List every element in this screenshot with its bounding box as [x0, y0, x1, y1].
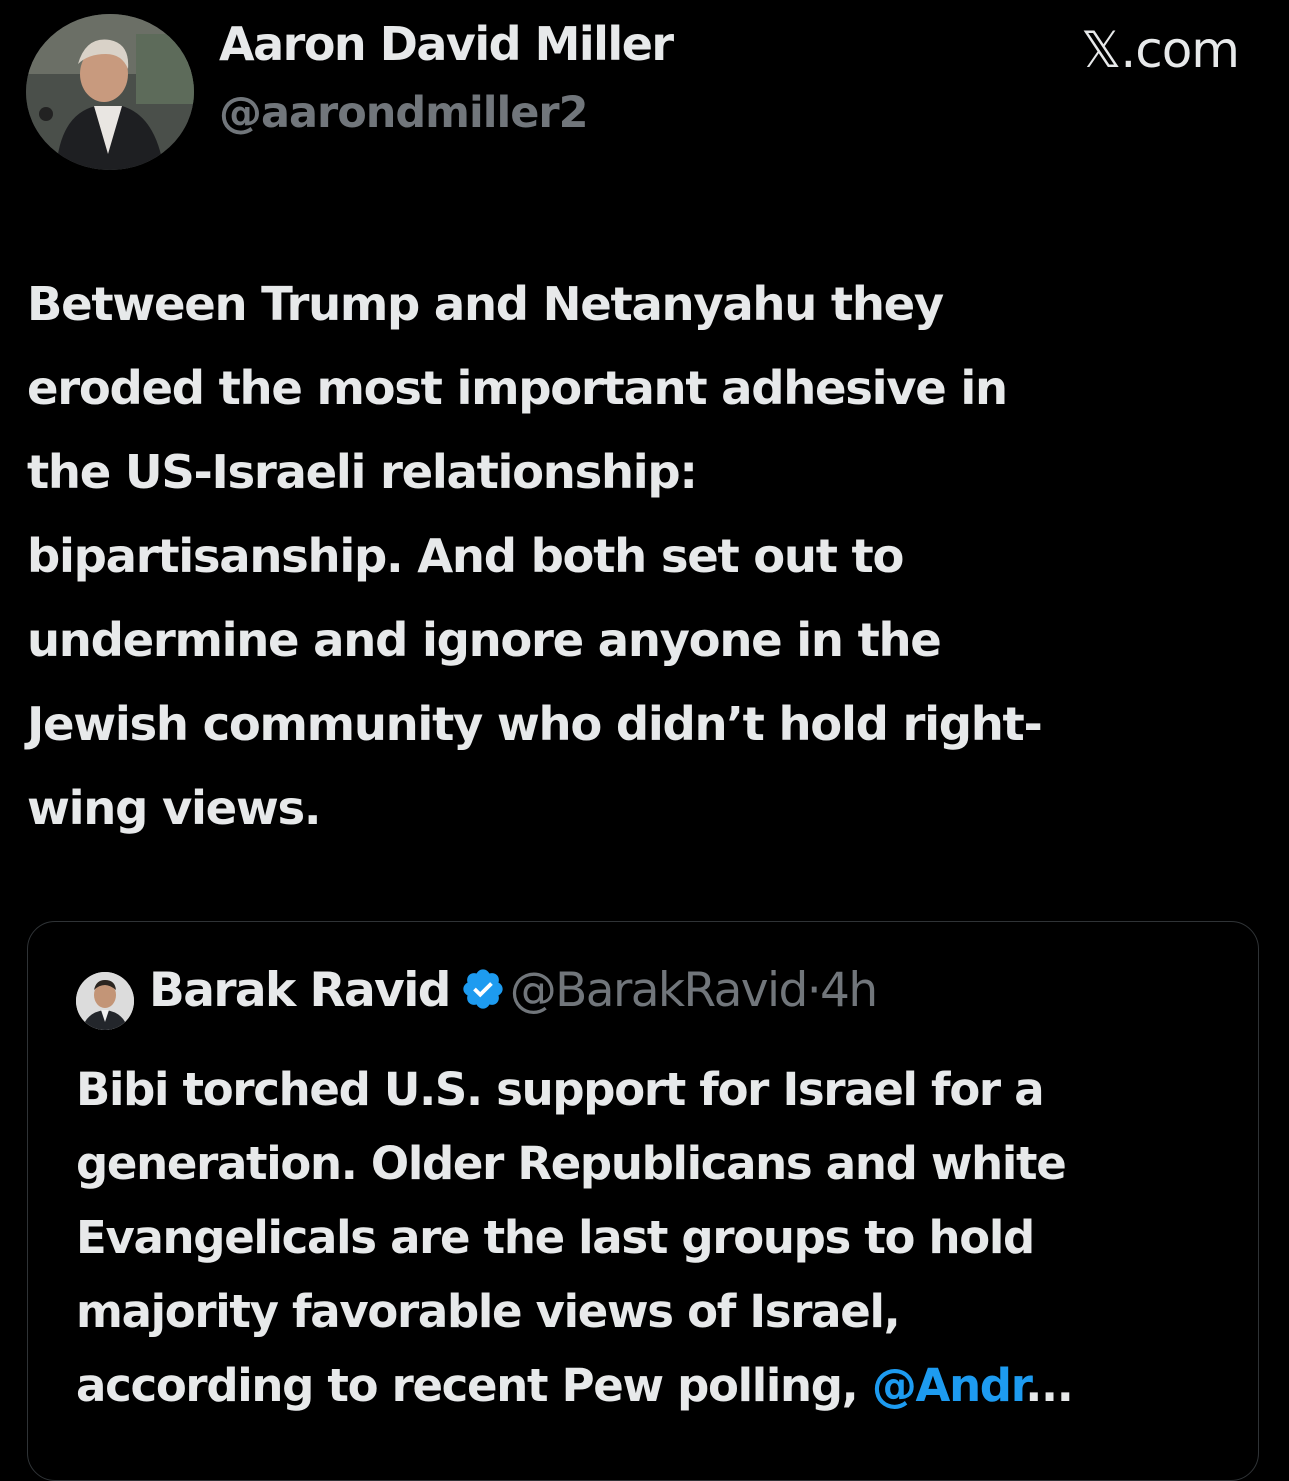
tweet-text-line: undermine and ignore anyone in the [27, 613, 942, 667]
quoted-tweet-time[interactable]: 4h [820, 963, 878, 1018]
truncation-ellipsis: ... [1025, 1359, 1074, 1412]
tweet-text-line: bipartisanship. And both set out to [27, 529, 904, 583]
tweet-text: Between Trump and Netanyahu they eroded … [27, 262, 1277, 850]
quoted-text-line: according to recent Pew polling, @Andr..… [76, 1349, 1246, 1423]
tweet-text-line: Jewish community who didn’t hold right- [27, 697, 1043, 751]
verified-badge-icon [463, 969, 503, 1009]
author-name[interactable]: Aaron David Miller [219, 18, 674, 71]
author-avatar[interactable] [26, 14, 194, 170]
quoted-text-line: Bibi torched U.S. support for Israel for… [76, 1063, 1045, 1116]
quoted-text-line: Evangelicals are the last groups to hold [76, 1211, 1035, 1264]
quoted-text-line: majority favorable views of Israel, [76, 1285, 901, 1338]
quoted-tweet-text: Bibi torched U.S. support for Israel for… [76, 1053, 1246, 1423]
tweet-text-line: Between Trump and Netanyahu they [27, 277, 944, 331]
author-handle[interactable]: @aarondmiller2 [219, 88, 588, 138]
profile-photo [76, 972, 134, 1030]
tweet-text-line: the US-Israeli relationship: [27, 445, 698, 499]
site-label: 𝕏.com [1081, 21, 1240, 79]
quoted-author-name[interactable]: Barak Ravid [149, 963, 451, 1018]
tweet-text-line: wing views. [27, 781, 322, 835]
quoted-text-line-part: according to recent Pew polling, [76, 1359, 872, 1412]
quoted-tweet-header: Barak Ravid @BarakRavid·4h [149, 963, 878, 1018]
quoted-tweet-card[interactable]: Barak Ravid @BarakRavid·4h Bibi torched … [27, 921, 1259, 1481]
tweet-text-line: eroded the most important adhesive in [27, 361, 1008, 415]
quoted-author-handle[interactable]: @BarakRavid [510, 963, 809, 1018]
separator-dot: · [806, 963, 822, 1018]
profile-photo [26, 14, 194, 170]
quoted-text-line: generation. Older Republicans and white [76, 1137, 1067, 1190]
quoted-author-avatar[interactable] [76, 972, 134, 1030]
mention-link[interactable]: @Andr [872, 1359, 1027, 1412]
